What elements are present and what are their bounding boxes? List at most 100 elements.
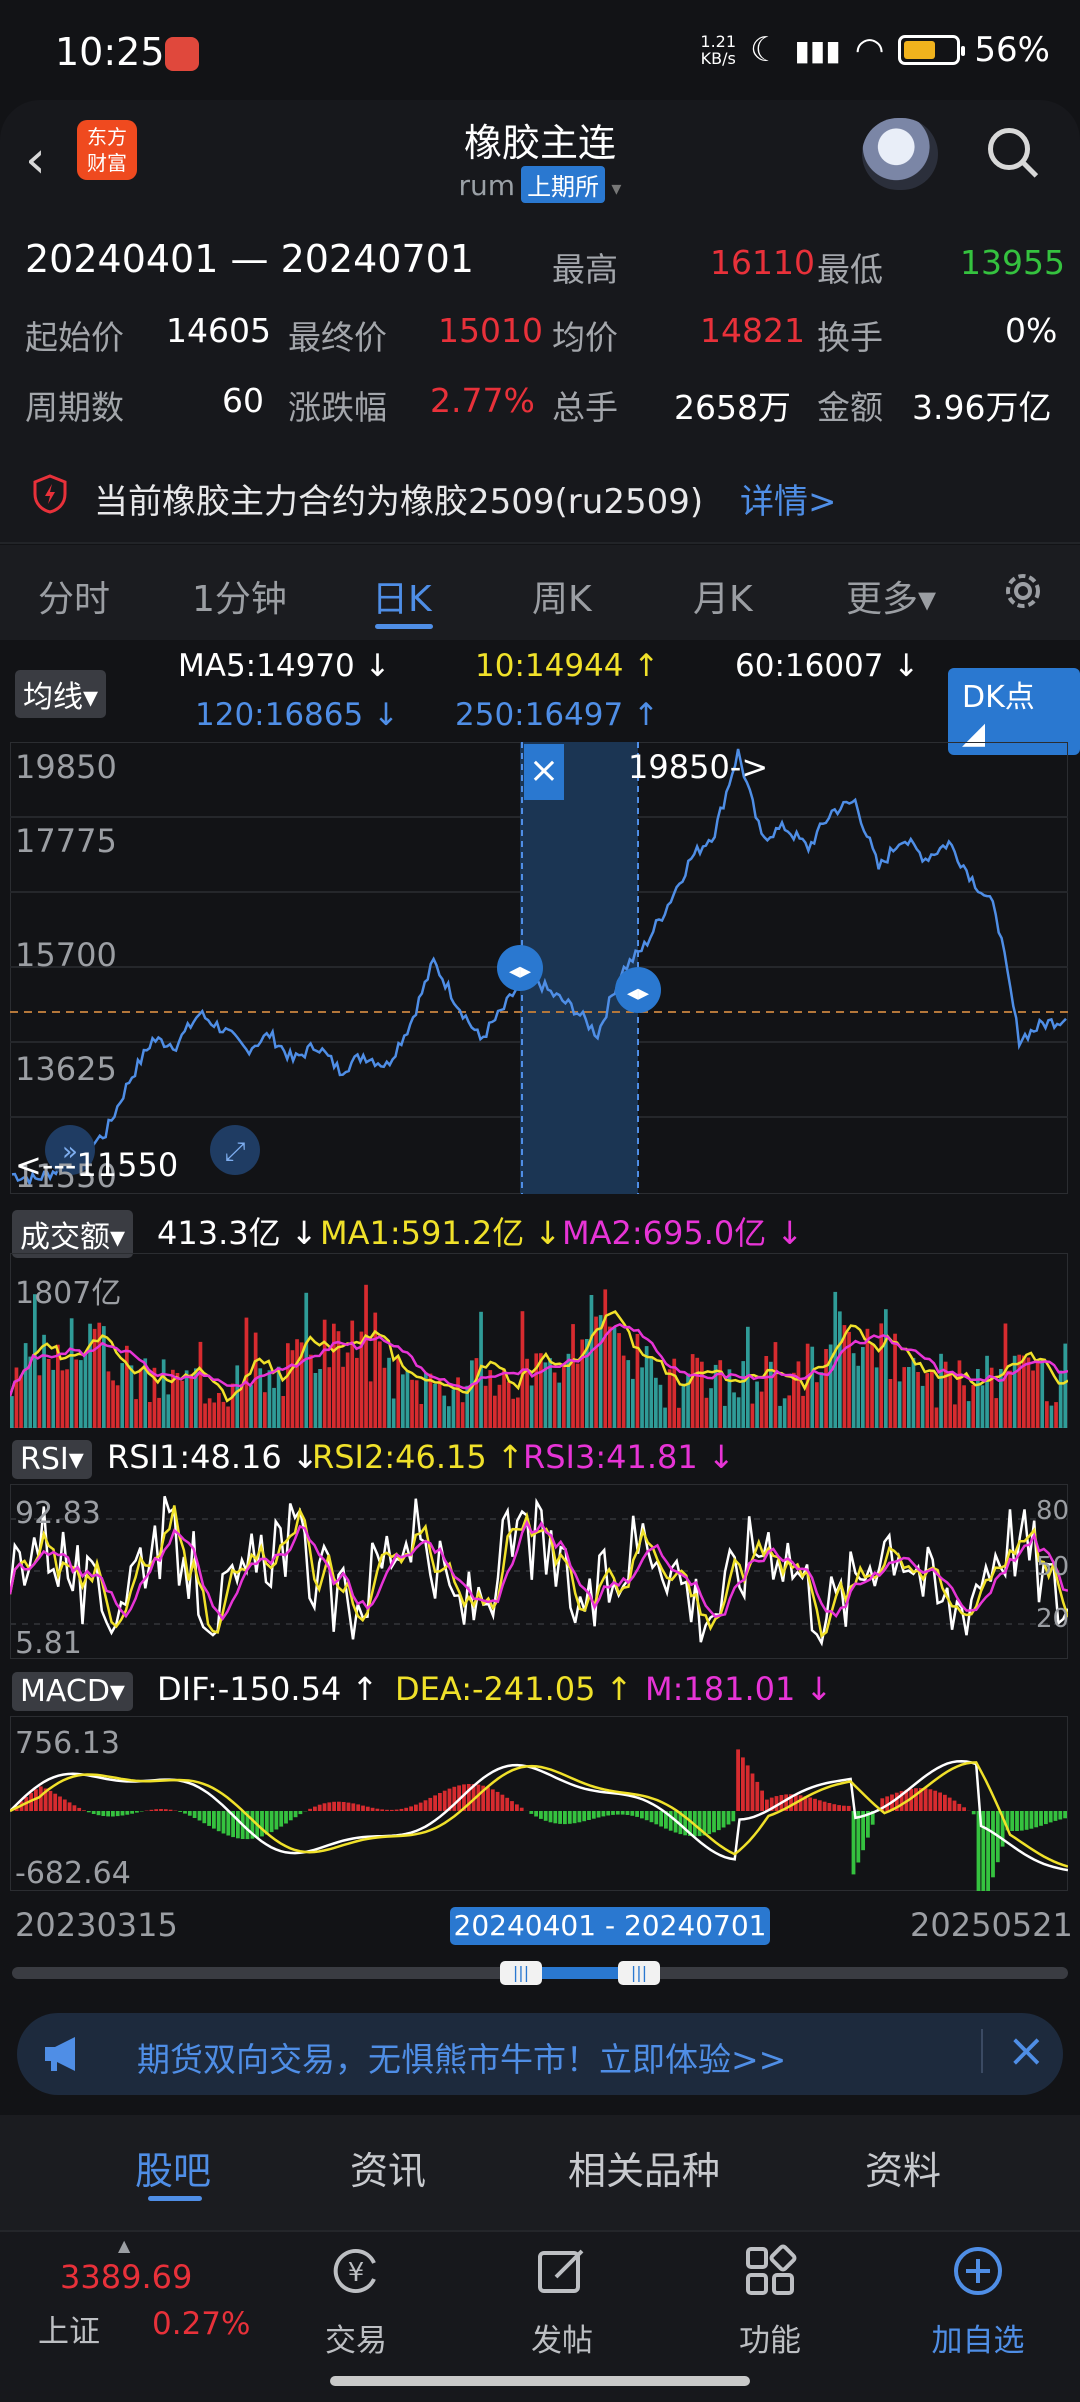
volume-dropdown[interactable]: 成交额▾ xyxy=(12,1210,133,1258)
macd-bar xyxy=(236,1811,240,1838)
periods-value: 60 xyxy=(222,381,264,420)
nav-function[interactable]: 功能 xyxy=(700,2243,840,2360)
tab-intraday[interactable]: 分时 xyxy=(38,570,110,622)
notice-detail-link[interactable]: 详情> xyxy=(740,474,837,523)
macd-bar xyxy=(486,1787,490,1811)
volume-bar xyxy=(935,1408,939,1429)
tab-weekly[interactable]: 周K xyxy=(532,570,592,622)
range-end-handle[interactable]: ||| xyxy=(618,1961,660,1985)
macd-bar xyxy=(741,1757,745,1811)
search-icon[interactable] xyxy=(988,128,1030,170)
volume-bar xyxy=(217,1393,221,1428)
volume-bar xyxy=(631,1379,635,1428)
settings-gear-icon[interactable] xyxy=(998,566,1048,616)
volume-bar xyxy=(406,1370,410,1428)
macd-bar xyxy=(510,1801,514,1811)
ma250-value: 250:16497 ↑ xyxy=(455,697,659,733)
macd-bar xyxy=(491,1789,495,1811)
macd-bar xyxy=(496,1792,500,1811)
volume-bar xyxy=(162,1359,166,1428)
macd-bar xyxy=(49,1791,53,1811)
range-start-handle[interactable]: ||| xyxy=(500,1961,542,1985)
volume-bar xyxy=(1013,1356,1017,1428)
macd-bar xyxy=(130,1811,134,1814)
banner-close-icon[interactable]: × xyxy=(1007,2023,1046,2077)
volume-bar xyxy=(778,1406,782,1428)
volume-bar xyxy=(318,1369,322,1428)
volume-bar xyxy=(373,1313,377,1428)
macd-bar xyxy=(1063,1811,1067,1818)
volume-bar xyxy=(576,1364,580,1428)
main-contract-notice[interactable]: 当前橡胶主力合约为橡胶2509(ru2509) 详情> xyxy=(0,452,1080,544)
price-chart[interactable]: × ◂▸ ◂▸ » ⤢ xyxy=(10,742,1068,1194)
volume-bar xyxy=(511,1399,515,1428)
macd-dropdown[interactable]: MACD▾ xyxy=(12,1672,133,1711)
volume-bar xyxy=(245,1318,249,1428)
volume-chart[interactable] xyxy=(10,1253,1068,1428)
battery-percent: 56% xyxy=(974,30,1050,70)
close-icon: × xyxy=(529,750,559,791)
rsi-dropdown[interactable]: RSI▾ xyxy=(12,1440,92,1479)
macd-bar xyxy=(313,1807,317,1811)
volume-bar xyxy=(268,1370,272,1428)
periods-label: 周期数 xyxy=(25,381,124,429)
tab-daily[interactable]: 日K xyxy=(372,570,432,622)
contract-code: rum xyxy=(459,169,516,202)
volume-bar xyxy=(1017,1355,1021,1428)
volume-bar xyxy=(263,1392,267,1428)
volume-bar xyxy=(1045,1401,1049,1428)
macd-bar xyxy=(294,1811,298,1817)
macd-bar xyxy=(799,1795,803,1811)
volume-bar xyxy=(921,1386,925,1428)
volume-bar xyxy=(939,1354,943,1428)
macd-bar xyxy=(832,1804,836,1811)
nav-post[interactable]: 发帖 xyxy=(492,2243,632,2360)
tab-news[interactable]: 资讯 xyxy=(350,2140,426,2195)
index-value[interactable]: 3389.69 xyxy=(60,2258,192,2296)
macd-bar xyxy=(226,1811,230,1836)
tab-more[interactable]: 更多▾ xyxy=(846,570,936,622)
macd-bar xyxy=(573,1811,577,1823)
macd-bar xyxy=(428,1798,432,1811)
macd-bar xyxy=(828,1803,832,1811)
amount-label: 金额 xyxy=(817,381,883,429)
macd-bar xyxy=(1049,1811,1053,1822)
macd-bar xyxy=(366,1807,370,1811)
tab-profile[interactable]: 资料 xyxy=(865,2140,941,2195)
volume-bar xyxy=(461,1402,465,1428)
macd-bar xyxy=(73,1805,77,1811)
volume-bar xyxy=(870,1343,874,1428)
ma-dropdown[interactable]: 均线▾ xyxy=(15,670,106,718)
rsi-80-label: 80 xyxy=(1036,1496,1069,1526)
macd-bar xyxy=(529,1811,533,1814)
price-axis-label: 13625 xyxy=(15,1050,117,1088)
macd-bar xyxy=(1030,1811,1034,1829)
volume-bar xyxy=(392,1399,396,1429)
volume-bar xyxy=(994,1398,998,1428)
rsi-chart[interactable] xyxy=(10,1484,1068,1659)
tab-related[interactable]: 相关品种 xyxy=(568,2140,720,2195)
volume-bar xyxy=(695,1358,699,1428)
macd-bar xyxy=(1044,1811,1048,1824)
tab-monthly[interactable]: 月K xyxy=(693,570,753,622)
nav-add-watchlist[interactable]: 加自选 xyxy=(908,2243,1048,2360)
nav-post-label: 发帖 xyxy=(492,2315,632,2360)
macd-bar xyxy=(361,1806,365,1811)
nav-trade[interactable]: ¥ 交易 xyxy=(286,2243,426,2360)
tab-forum[interactable]: 股吧 xyxy=(135,2140,211,2195)
macd-bar xyxy=(914,1788,918,1811)
banner-divider xyxy=(981,2029,983,2073)
promo-banner[interactable]: 期货双向交易，无惧熊市牛市！立即体验>> × xyxy=(17,2013,1063,2095)
assistant-robot-icon[interactable] xyxy=(862,118,938,190)
macd-bar xyxy=(813,1799,817,1811)
macd-bar xyxy=(1034,1811,1038,1827)
volume-bar xyxy=(1040,1360,1044,1428)
volume-bar xyxy=(93,1329,97,1428)
macd-bar xyxy=(938,1793,942,1812)
tab-1min[interactable]: 1分钟 xyxy=(192,570,287,622)
macd-chart[interactable] xyxy=(10,1716,1068,1891)
status-bar: 10:25 1.21 KB/s ☾ ▮▮▮ ◠ 56% xyxy=(0,0,1080,100)
macd-bar xyxy=(323,1803,327,1811)
volume-bar xyxy=(42,1335,46,1428)
macd-bar xyxy=(558,1811,562,1824)
